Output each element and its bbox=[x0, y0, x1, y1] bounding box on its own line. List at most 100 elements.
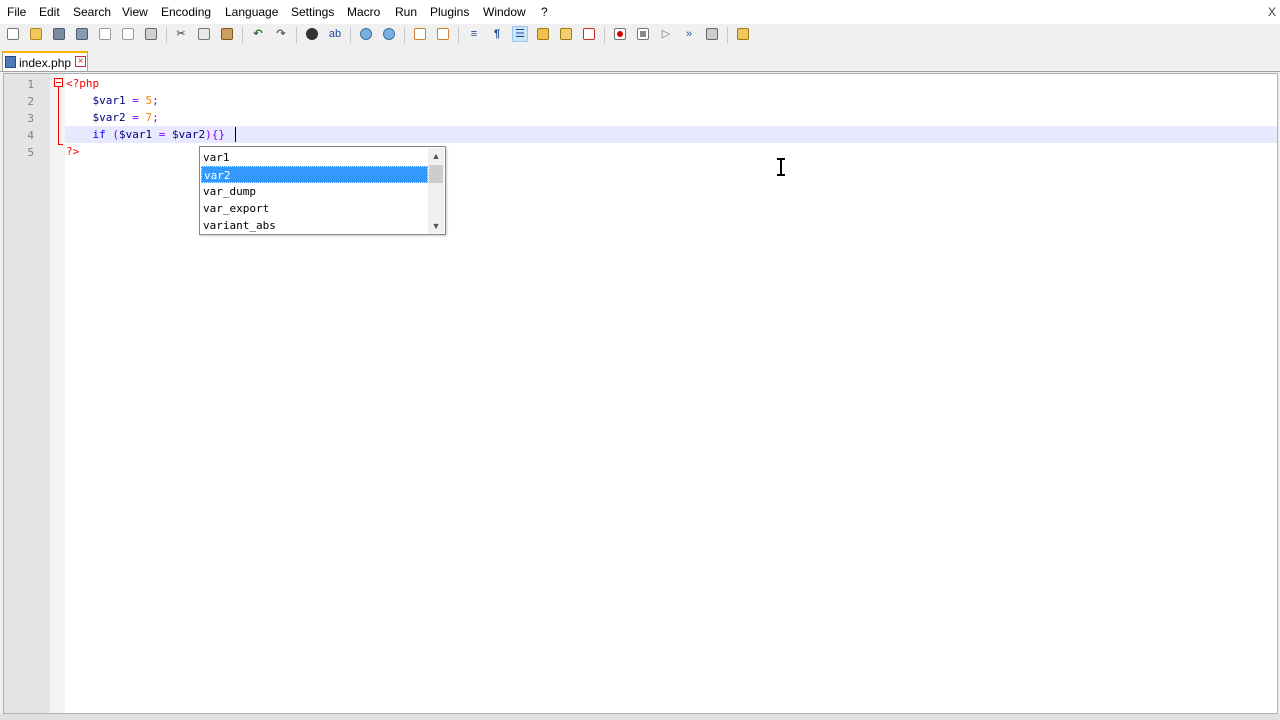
toolbar: ✂ ↶ ↷ ab ≡ ¶ ☰ ▷ » bbox=[0, 24, 1280, 46]
operator: = bbox=[125, 94, 146, 107]
save-all-icon[interactable] bbox=[74, 26, 90, 42]
toolbar-separator bbox=[727, 27, 728, 43]
run-macro-multiple-icon[interactable]: » bbox=[681, 26, 697, 42]
record-macro-icon[interactable] bbox=[612, 26, 628, 42]
menu-search[interactable]: Search bbox=[73, 5, 111, 19]
sync-vertical-icon[interactable] bbox=[412, 26, 428, 42]
toolbar-separator bbox=[404, 27, 405, 43]
php-close-tag: ?> bbox=[66, 145, 80, 158]
tab-bar: index.php × bbox=[0, 48, 1280, 72]
fold-collapse-icon[interactable] bbox=[54, 78, 63, 87]
close-icon[interactable] bbox=[97, 26, 113, 42]
line-number: 4 bbox=[27, 129, 34, 142]
line-number: 1 bbox=[27, 78, 34, 91]
scroll-up-icon[interactable]: ▲ bbox=[431, 151, 441, 161]
save-macro-icon[interactable] bbox=[704, 26, 720, 42]
line-number: 3 bbox=[27, 112, 34, 125]
line-number: 5 bbox=[27, 146, 34, 159]
semicolon: ; bbox=[152, 94, 159, 107]
close-all-icon[interactable] bbox=[120, 26, 136, 42]
autocomplete-item-selected[interactable]: var2 bbox=[201, 166, 428, 183]
code-line-5: ?> bbox=[66, 143, 79, 160]
menu-settings[interactable]: Settings bbox=[291, 5, 334, 19]
autocomplete-list[interactable]: var1 var2 var_dump var_export variant_ab… bbox=[199, 146, 446, 235]
zoom-in-icon[interactable] bbox=[358, 26, 374, 42]
paste-icon[interactable] bbox=[219, 26, 235, 42]
menu-run[interactable]: Run bbox=[395, 5, 417, 19]
show-all-chars-icon[interactable]: ¶ bbox=[489, 26, 505, 42]
copy-icon[interactable] bbox=[196, 26, 212, 42]
variable: $var2 bbox=[172, 128, 206, 141]
fold-end bbox=[58, 144, 63, 145]
scroll-down-icon[interactable]: ▼ bbox=[431, 221, 441, 231]
autocomplete-item[interactable]: var1 bbox=[201, 149, 428, 166]
menu-file[interactable]: File bbox=[7, 5, 26, 19]
save-icon[interactable] bbox=[51, 26, 67, 42]
paren-close: ) bbox=[205, 128, 212, 141]
braces: {} bbox=[211, 128, 225, 141]
fold-line bbox=[58, 87, 59, 145]
ibeam-cursor-icon bbox=[776, 158, 786, 176]
stop-macro-icon[interactable] bbox=[635, 26, 651, 42]
play-macro-icon[interactable]: ▷ bbox=[658, 26, 674, 42]
menu-help[interactable]: ? bbox=[541, 5, 548, 19]
status-bar bbox=[0, 714, 1280, 720]
word-wrap-icon[interactable]: ≡ bbox=[466, 26, 482, 42]
new-file-icon[interactable] bbox=[5, 26, 21, 42]
code-line-4: if ($var1 = $var2){} bbox=[66, 126, 226, 143]
keyword: if bbox=[92, 128, 106, 141]
toolbar-separator bbox=[604, 27, 605, 43]
menu-bar: File Edit Search View Encoding Language … bbox=[0, 0, 1280, 24]
menu-plugins[interactable]: Plugins bbox=[430, 5, 469, 19]
toolbar-separator bbox=[166, 27, 167, 43]
code-line-1: <?php bbox=[66, 75, 99, 92]
menu-macro[interactable]: Macro bbox=[347, 5, 380, 19]
file-icon bbox=[5, 56, 16, 68]
autocomplete-item[interactable]: var_export bbox=[201, 200, 428, 217]
paren-open: ( bbox=[105, 128, 119, 141]
autocomplete-item[interactable]: variant_abs bbox=[201, 217, 428, 234]
menu-language[interactable]: Language bbox=[225, 5, 278, 19]
semicolon: ; bbox=[152, 111, 159, 124]
cut-icon[interactable]: ✂ bbox=[173, 26, 189, 42]
launch-browser-icon[interactable] bbox=[735, 26, 751, 42]
variable: $var2 bbox=[92, 111, 126, 124]
close-document-button[interactable]: X bbox=[1268, 5, 1276, 19]
menu-window[interactable]: Window bbox=[483, 5, 526, 19]
tab-label: index.php bbox=[19, 56, 72, 70]
fold-margin bbox=[50, 74, 65, 713]
menu-edit[interactable]: Edit bbox=[39, 5, 60, 19]
function-list-icon[interactable] bbox=[558, 26, 574, 42]
undo-icon[interactable]: ↶ bbox=[250, 26, 266, 42]
replace-icon[interactable]: ab bbox=[327, 26, 343, 42]
scrollbar-thumb[interactable] bbox=[429, 165, 443, 183]
operator: = bbox=[152, 128, 172, 141]
menu-encoding[interactable]: Encoding bbox=[161, 5, 211, 19]
indent-guide-icon[interactable]: ☰ bbox=[512, 26, 528, 42]
open-file-icon[interactable] bbox=[28, 26, 44, 42]
folder-workspace-icon[interactable] bbox=[581, 26, 597, 42]
close-tab-icon[interactable]: × bbox=[75, 56, 86, 67]
menu-view[interactable]: View bbox=[122, 5, 148, 19]
code-line-3: $var2 = 7; bbox=[66, 109, 159, 126]
text-caret bbox=[235, 127, 236, 142]
print-icon[interactable] bbox=[143, 26, 159, 42]
code-line-2: $var1 = 5; bbox=[66, 92, 159, 109]
autocomplete-scrollbar[interactable]: ▲ ▼ bbox=[428, 148, 444, 233]
line-number-gutter: 1 2 3 4 5 bbox=[4, 74, 50, 713]
toolbar-separator bbox=[350, 27, 351, 43]
tab-index-php[interactable]: index.php × bbox=[2, 51, 88, 71]
code-editor[interactable]: 1 2 3 4 5 <?php $var1 = 5; $var2 = 7; if… bbox=[3, 73, 1278, 714]
toolbar-separator bbox=[458, 27, 459, 43]
php-open-tag: <?php bbox=[66, 77, 100, 90]
zoom-out-icon[interactable] bbox=[381, 26, 397, 42]
current-line-highlight bbox=[65, 126, 1277, 143]
find-icon[interactable] bbox=[304, 26, 320, 42]
autocomplete-item[interactable]: var_dump bbox=[201, 183, 428, 200]
toolbar-separator bbox=[242, 27, 243, 43]
doc-map-icon[interactable] bbox=[535, 26, 551, 42]
variable: $var1 bbox=[92, 94, 126, 107]
redo-icon[interactable]: ↷ bbox=[273, 26, 289, 42]
toolbar-separator bbox=[296, 27, 297, 43]
sync-horizontal-icon[interactable] bbox=[435, 26, 451, 42]
